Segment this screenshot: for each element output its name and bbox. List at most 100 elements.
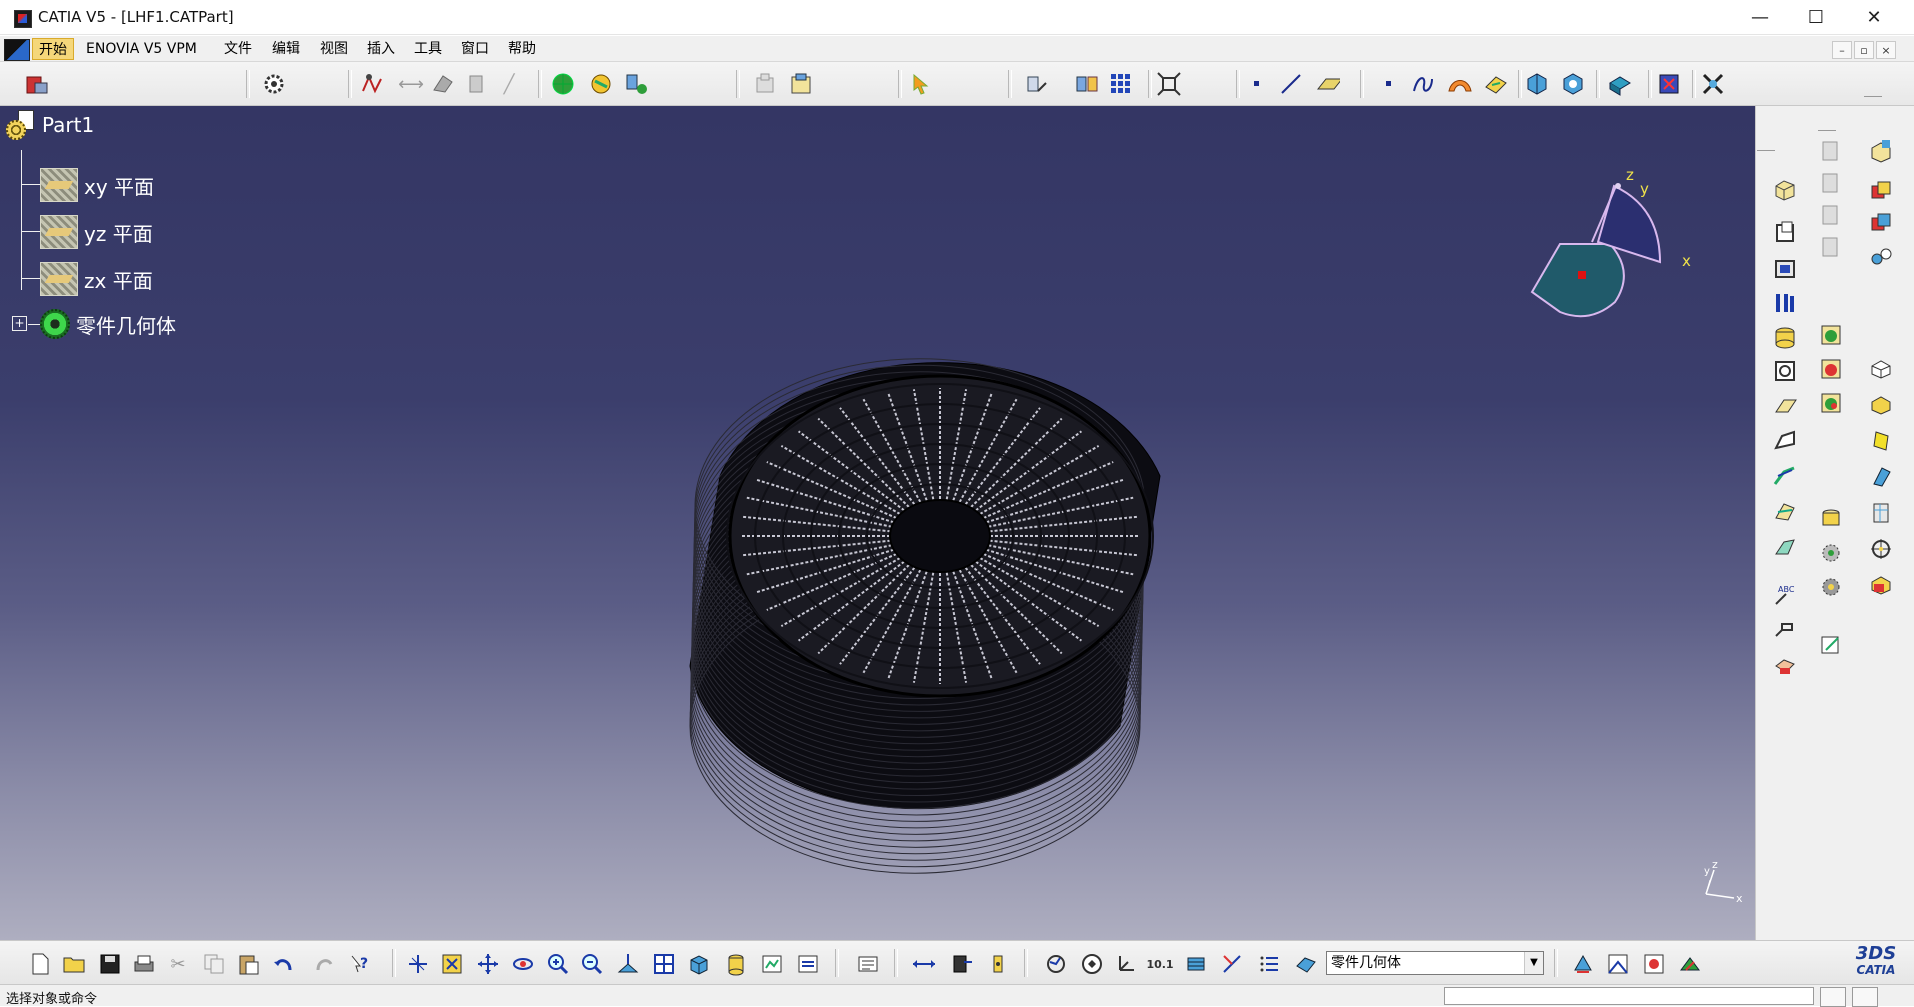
shading-icon[interactable] bbox=[723, 951, 749, 977]
new-file-icon[interactable] bbox=[27, 951, 53, 977]
fit-all-in-icon[interactable] bbox=[439, 951, 465, 977]
zoom-out-icon[interactable] bbox=[579, 951, 605, 977]
fly-mode-icon[interactable] bbox=[405, 951, 431, 977]
menu-window[interactable]: 窗口 bbox=[455, 38, 495, 60]
dimension-icon[interactable]: ⟷ bbox=[398, 71, 424, 97]
boolean-intersect-icon[interactable] bbox=[1818, 390, 1844, 416]
sphere-patterned-icon[interactable] bbox=[1818, 540, 1844, 566]
text-annotation-icon[interactable]: ABC bbox=[1772, 582, 1798, 608]
hole-icon[interactable] bbox=[1772, 324, 1798, 350]
publish-icon[interactable] bbox=[1570, 951, 1596, 977]
fillet-icon-disabled[interactable] bbox=[1818, 138, 1844, 164]
menu-insert[interactable]: 插入 bbox=[361, 38, 401, 60]
open-folder-icon[interactable] bbox=[61, 951, 87, 977]
axis-system-icon[interactable] bbox=[1113, 951, 1139, 977]
whats-this-icon[interactable]: ? bbox=[347, 951, 373, 977]
macro-icon[interactable] bbox=[1700, 71, 1726, 97]
command-history-button[interactable] bbox=[1820, 987, 1846, 1007]
catalog-icon[interactable] bbox=[752, 71, 778, 97]
rotate-icon[interactable] bbox=[510, 951, 536, 977]
doc-restore-button[interactable]: ▫ bbox=[1854, 41, 1874, 59]
command-clear-button[interactable] bbox=[1852, 987, 1878, 1007]
pattern-body-icon[interactable] bbox=[1868, 210, 1894, 236]
measure-icon[interactable] bbox=[1024, 71, 1050, 97]
menu-tools[interactable]: 工具 bbox=[408, 38, 448, 60]
part-design-workbench-icon[interactable] bbox=[24, 71, 50, 97]
cut-icon[interactable]: ✂ bbox=[165, 951, 191, 977]
split-view-icon[interactable] bbox=[1074, 71, 1100, 97]
render-style-icon[interactable] bbox=[1606, 71, 1632, 97]
rib-icon[interactable] bbox=[1772, 358, 1798, 384]
3d-viewport[interactable]: Part1 xy 平面 yz 平面 zx 平面 + 零件几何体 z y x z … bbox=[0, 106, 1755, 940]
draft-analysis-icon[interactable] bbox=[1641, 951, 1667, 977]
hide-show-mode-icon[interactable] bbox=[759, 951, 785, 977]
knowledge-icon[interactable] bbox=[588, 71, 614, 97]
analysis-icon-1[interactable] bbox=[1524, 71, 1550, 97]
settings-gear-icon[interactable] bbox=[261, 71, 287, 97]
thick-surface-icon[interactable] bbox=[1772, 534, 1798, 560]
chamfer-icon-disabled[interactable] bbox=[1818, 170, 1844, 196]
current-body-select[interactable]: 零件几何体 ▼ bbox=[1326, 951, 1544, 975]
multi-section-solid-icon[interactable] bbox=[1772, 462, 1798, 488]
body-define-icon[interactable] bbox=[1293, 951, 1319, 977]
normal-view-icon[interactable] bbox=[615, 951, 641, 977]
update-icon[interactable] bbox=[855, 951, 881, 977]
minimize-button[interactable]: — bbox=[1732, 0, 1788, 34]
redo-icon[interactable] bbox=[311, 951, 337, 977]
box-red-icon[interactable] bbox=[1868, 572, 1894, 598]
line-icon[interactable] bbox=[1278, 71, 1304, 97]
pad-sketch-icon[interactable] bbox=[430, 71, 456, 97]
slot-icon[interactable] bbox=[1772, 394, 1798, 420]
sphere-pattern-icon[interactable] bbox=[1818, 574, 1844, 600]
layers-icon[interactable] bbox=[1183, 951, 1209, 977]
menu-enovia[interactable]: ENOVIA V5 VPM bbox=[80, 38, 203, 60]
spline-icon[interactable] bbox=[1410, 71, 1436, 97]
menu-view[interactable]: 视图 bbox=[314, 38, 354, 60]
shaft-icon[interactable] bbox=[1772, 256, 1798, 282]
mirror-body-icon[interactable] bbox=[1868, 178, 1894, 204]
geometry-analysis-icon[interactable] bbox=[1605, 951, 1631, 977]
analysis-icon-2[interactable] bbox=[1560, 71, 1586, 97]
refresh-icon[interactable] bbox=[1043, 951, 1069, 977]
chevron-down-icon[interactable]: ▼ bbox=[1524, 952, 1543, 974]
groove-icon[interactable] bbox=[1772, 290, 1798, 316]
compass-widget[interactable]: z y x bbox=[1520, 152, 1720, 332]
constraint-icon[interactable] bbox=[359, 71, 385, 97]
grid-icon[interactable] bbox=[1108, 71, 1134, 97]
body-insert-icon[interactable] bbox=[1868, 138, 1894, 164]
pocket-icon[interactable] bbox=[1772, 220, 1798, 246]
remove-section-icon[interactable] bbox=[1772, 498, 1798, 524]
wedge-icon[interactable] bbox=[1868, 464, 1894, 490]
globe-icon[interactable] bbox=[550, 71, 576, 97]
boolean-add-icon[interactable] bbox=[1818, 322, 1844, 348]
hide-show-icon[interactable] bbox=[1656, 71, 1682, 97]
hole-sketch-icon[interactable] bbox=[464, 71, 490, 97]
box-yellow-icon[interactable] bbox=[1868, 392, 1894, 418]
shell-icon[interactable] bbox=[1772, 652, 1798, 678]
catia-menu-logo-icon[interactable] bbox=[4, 39, 30, 61]
target-icon[interactable] bbox=[1868, 536, 1894, 562]
sketch-edit-icon[interactable] bbox=[1818, 632, 1844, 658]
measure-between-icon[interactable] bbox=[911, 951, 937, 977]
box-solid-icon[interactable] bbox=[1868, 356, 1894, 382]
pan-icon[interactable] bbox=[475, 951, 501, 977]
shell-icon-disabled[interactable] bbox=[1818, 234, 1844, 260]
boolean-remove-icon[interactable] bbox=[1818, 356, 1844, 382]
plane-icon[interactable] bbox=[1314, 71, 1340, 97]
menu-file[interactable]: 文件 bbox=[218, 38, 258, 60]
command-input[interactable] bbox=[1444, 987, 1814, 1005]
point-wireframe-icon[interactable] bbox=[1376, 71, 1402, 97]
scale-icon[interactable]: 10.1 bbox=[1146, 951, 1173, 977]
multi-view-icon[interactable] bbox=[651, 951, 677, 977]
swap-visible-space-icon[interactable] bbox=[795, 951, 821, 977]
menu-help[interactable]: 帮助 bbox=[502, 38, 542, 60]
formula-icon[interactable] bbox=[624, 71, 650, 97]
cylinder-primitive-icon[interactable] bbox=[1818, 506, 1844, 532]
point-icon[interactable] bbox=[1244, 71, 1270, 97]
snap-icon[interactable] bbox=[1219, 951, 1245, 977]
menu-start[interactable]: 开始 bbox=[32, 38, 74, 60]
line-sketch-icon[interactable]: ╱ bbox=[496, 71, 522, 97]
wireframe-cylinder-model[interactable] bbox=[0, 106, 1755, 940]
paste-icon[interactable] bbox=[235, 951, 261, 977]
menu-edit[interactable]: 编辑 bbox=[266, 38, 306, 60]
